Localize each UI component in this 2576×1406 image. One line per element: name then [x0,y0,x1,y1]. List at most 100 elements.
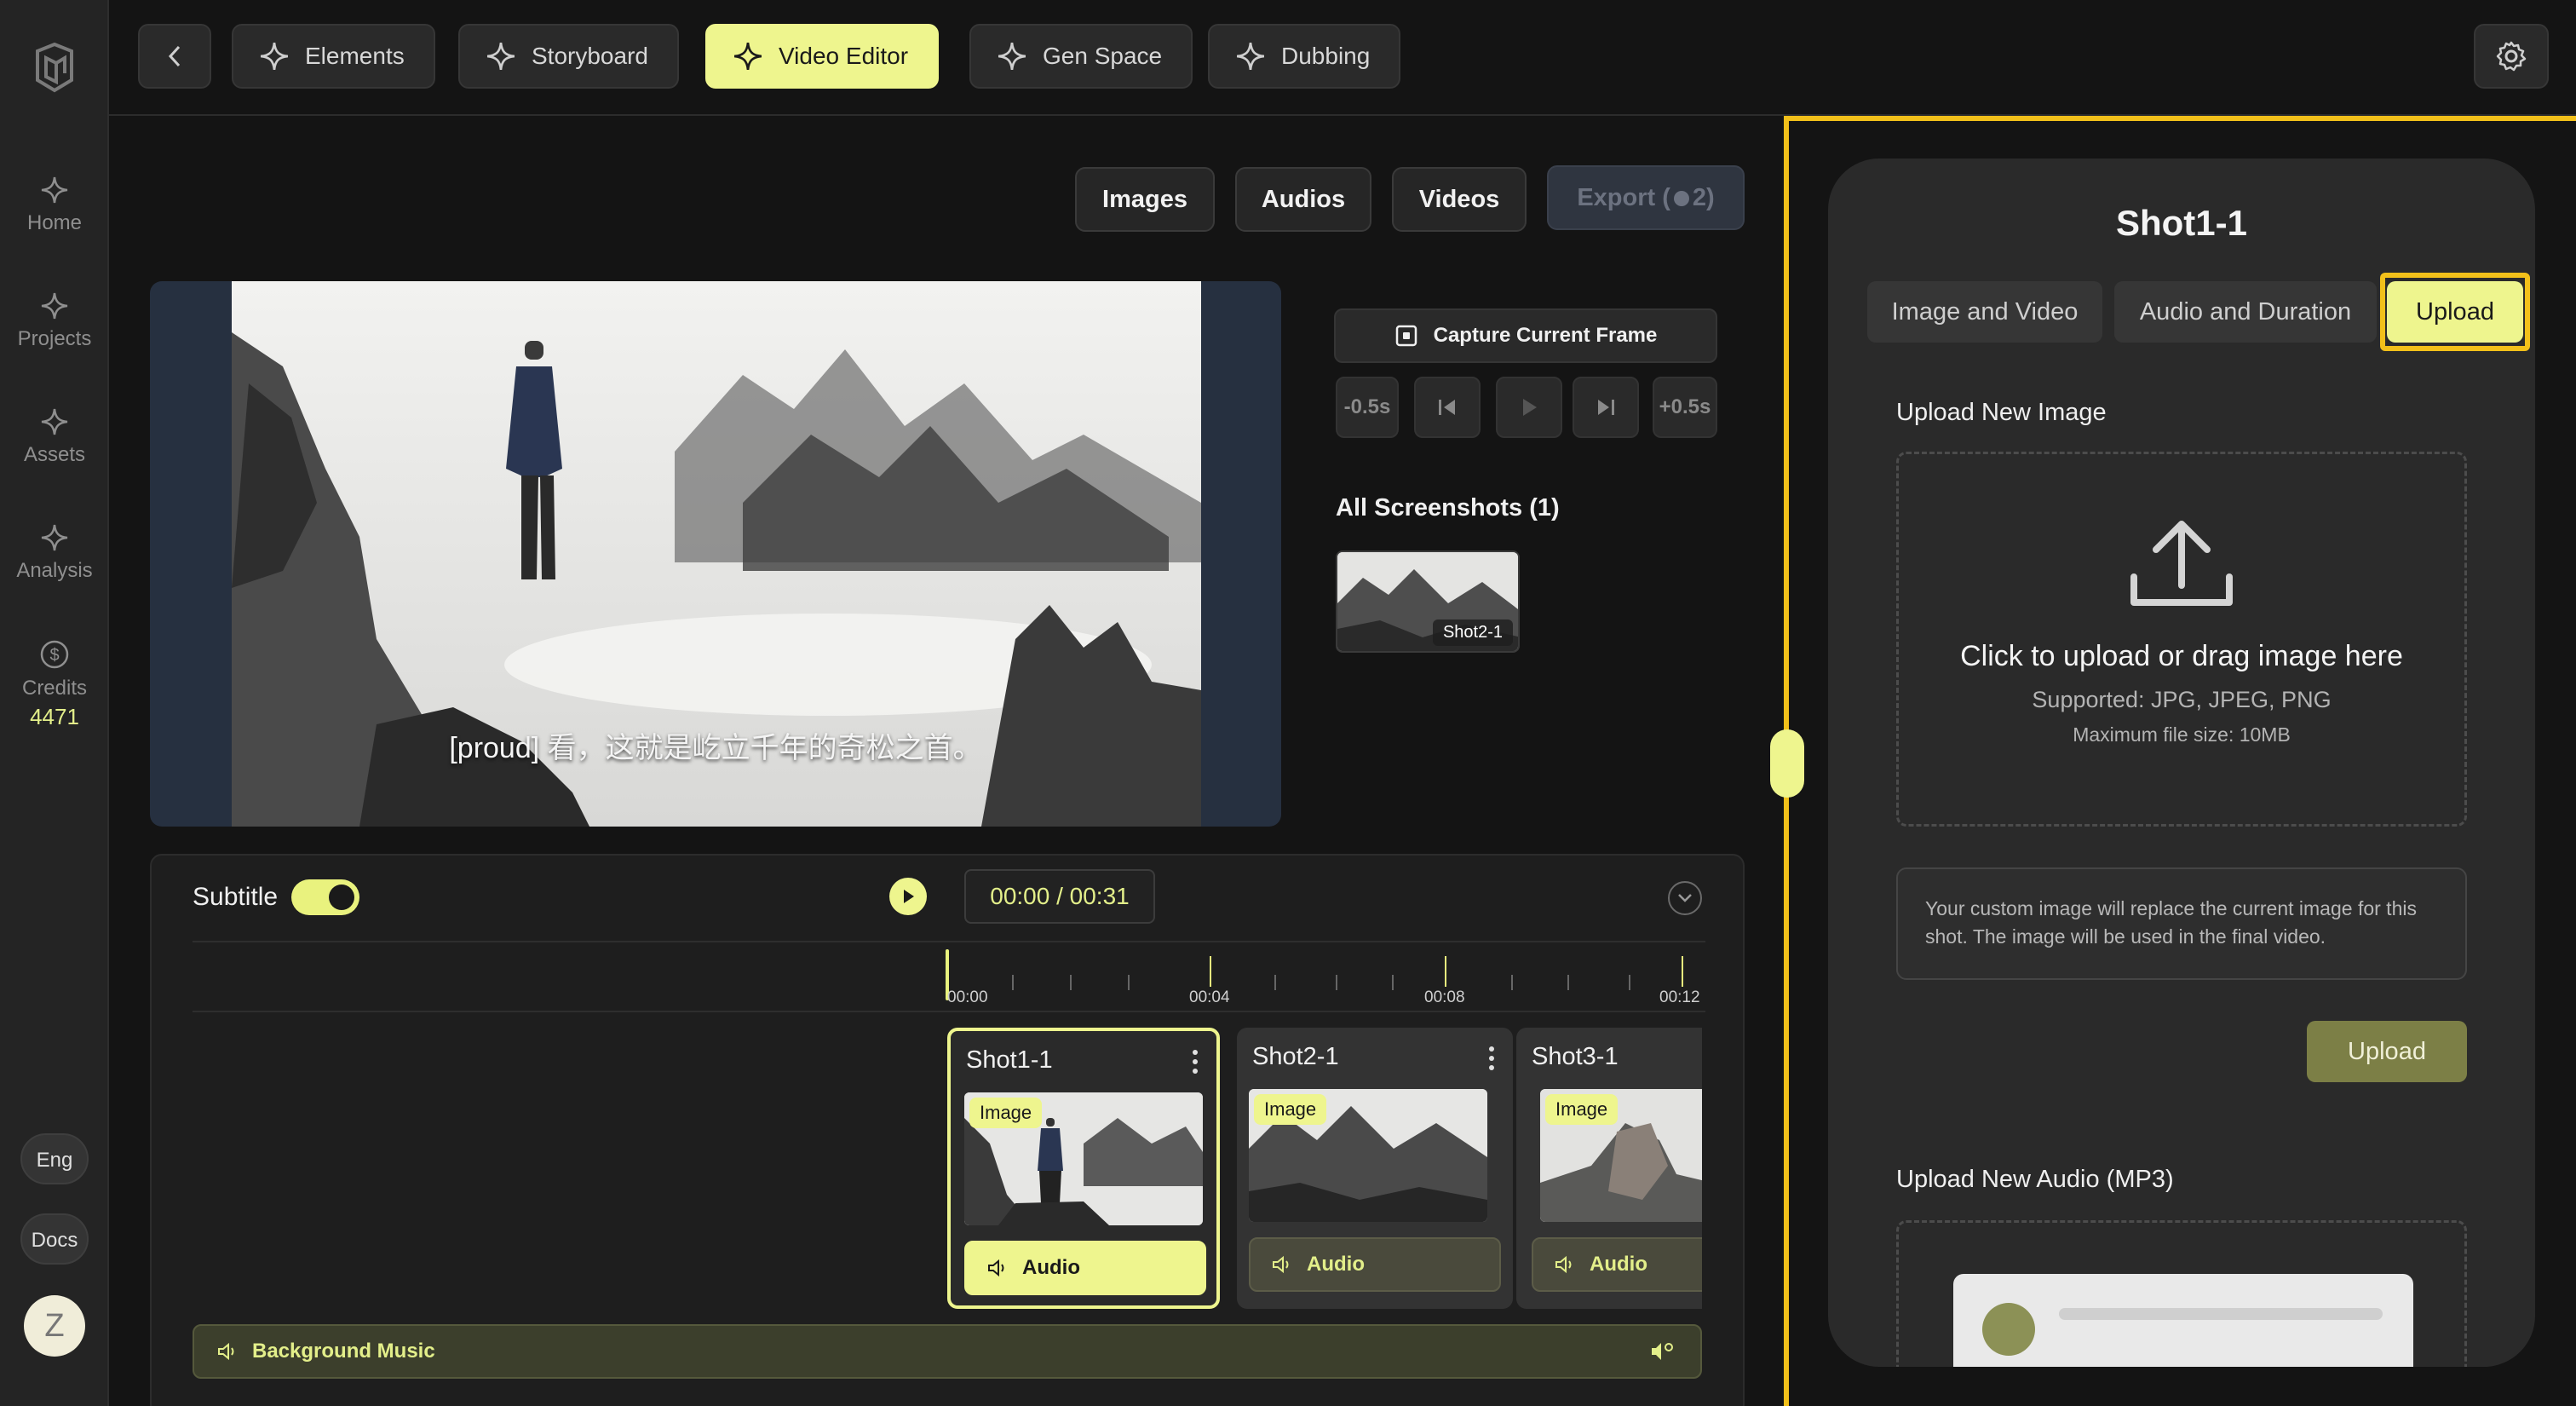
gear-icon [2496,41,2527,72]
videos-button[interactable]: Videos [1392,167,1527,232]
ruler-tick-major [1445,956,1446,987]
tab-dubbing[interactable]: Dubbing [1208,24,1401,89]
nav-home[interactable]: Home [0,176,109,235]
ruler-label: 00:08 [1424,988,1465,1006]
speaker-icon [1273,1255,1289,1274]
speaker-icon [218,1342,234,1361]
nav-projects-label: Projects [17,327,92,350]
speaker-icon [988,1259,1004,1277]
nav-home-label: Home [26,211,83,234]
image-badge: Image [1545,1094,1619,1125]
clip-shot2-1[interactable]: Shot2-1 Image Audio [1237,1028,1513,1309]
screenshots-title: All Screenshots (1) [1336,494,1560,521]
clip-shot3-1[interactable]: Shot3-1 Image Audio [1516,1028,1702,1309]
resize-handle[interactable] [1770,729,1804,798]
subtitle-toggle[interactable] [291,879,359,915]
tab-gen-space[interactable]: Gen Space [969,24,1193,89]
audios-button[interactable]: Audios [1235,167,1371,232]
nav-credits[interactable]: $ Credits 4471 [0,639,109,730]
nav-assets[interactable]: Assets [0,407,109,467]
shot-detail-panel: Shot1-1 Image and Video Audio and Durati… [1828,158,2535,1367]
tab-upload-highlight [2380,273,2530,351]
image-badge: Image [969,1098,1043,1128]
video-preview[interactable]: [proud] 看，这就是屹立千年的奇松之首。 [150,281,1281,827]
back-button[interactable] [138,24,211,89]
bgm-label: Background Music [252,1340,435,1363]
dollar-icon: $ [40,640,69,669]
capture-label: Capture Current Frame [1433,324,1658,347]
tab-storyboard[interactable]: Storyboard [458,24,679,89]
timeline-divider [193,941,1705,942]
clip-audio-button[interactable]: Audio [1249,1237,1501,1292]
replace-note: Your custom image will replace the curre… [1896,867,2467,980]
collapse-button[interactable] [1668,881,1702,915]
ruler-tick [1274,975,1276,990]
audio-placeholder-line [2059,1308,2383,1320]
star4-icon [1236,42,1265,71]
background-music-track[interactable]: Background Music [193,1324,1702,1379]
audio-drop-zone[interactable] [1896,1220,2467,1367]
upload-button[interactable]: Upload [2307,1021,2467,1082]
ruler-tick [1012,975,1014,990]
upload-image-label: Upload New Image [1896,399,2107,426]
volume-settings-icon[interactable] [1649,1340,1675,1363]
docs-button[interactable]: Docs [20,1213,89,1265]
play-frame-button[interactable] [1496,377,1562,438]
chevron-down-icon [1678,894,1692,902]
prev-frame-button[interactable] [1414,377,1481,438]
ruler-tick [1128,975,1130,990]
tab-video-editor[interactable]: Video Editor [705,24,940,89]
time-display: 00:00 / 00:31 [964,869,1155,924]
clip-thumbnail: Image [1540,1089,1702,1222]
star4-icon [998,42,1026,71]
app-logo-icon[interactable] [31,43,78,95]
tab-label: Gen Space [1043,43,1163,69]
export-label: Export ( [1577,184,1670,211]
clip-shot1-1[interactable]: Shot1-1 Image Audio [947,1028,1220,1309]
drop-supported: Supported: JPG, JPEG, PNG [2032,687,2332,712]
audio-placeholder-card [1953,1274,2413,1367]
clip-audio-button[interactable]: Audio [1532,1237,1702,1292]
capture-frame-button[interactable]: Capture Current Frame [1334,308,1717,363]
avatar[interactable]: Z [24,1295,85,1357]
step-forward-button[interactable]: +0.5s [1653,377,1717,438]
credits-value: 4471 [30,704,79,729]
star4-icon [486,42,515,71]
more-vertical-icon[interactable] [1489,1046,1494,1075]
nav-analysis-label: Analysis [16,559,93,582]
audio-label: Audio [1307,1253,1365,1276]
nav-projects[interactable]: Projects [0,291,109,351]
coin-icon [1673,191,1689,206]
export-button[interactable]: Export (2) [1547,165,1745,230]
clip-name: Shot1-1 [966,1046,1053,1074]
more-vertical-icon[interactable] [1193,1050,1198,1078]
upload-audio-label: Upload New Audio (MP3) [1896,1166,2174,1193]
tab-elements[interactable]: Elements [232,24,435,89]
tab-image-and-video[interactable]: Image and Video [1867,281,2102,343]
tab-label: Dubbing [1281,43,1371,69]
timeline-divider [193,1011,1705,1012]
settings-button[interactable] [2474,24,2549,89]
audio-label: Audio [1022,1256,1080,1279]
language-button[interactable]: Eng [20,1133,89,1184]
image-drop-zone[interactable]: Click to upload or drag image here Suppo… [1896,452,2467,827]
clip-audio-button[interactable]: Audio [964,1241,1206,1295]
image-badge: Image [1254,1094,1327,1125]
next-frame-button[interactable] [1573,377,1639,438]
nav-analysis[interactable]: Analysis [0,523,109,583]
tab-label: Elements [305,43,405,69]
audio-label: Audio [1590,1253,1647,1276]
star4-icon [41,524,68,551]
images-button[interactable]: Images [1075,167,1215,232]
drop-max-size: Maximum file size: 10MB [2073,723,2291,746]
play-button[interactable] [889,878,927,915]
skip-forward-icon [1598,400,1614,415]
screenshot-thumbnail[interactable]: Shot2-1 [1336,550,1520,653]
upload-icon [2130,521,2233,606]
step-back-button[interactable]: -0.5s [1336,377,1399,438]
ruler-tick [1392,975,1394,990]
ruler-tick-major [1210,956,1211,987]
star4-icon [41,292,68,320]
capture-icon [1395,325,1417,347]
tab-audio-and-duration[interactable]: Audio and Duration [2114,281,2377,343]
